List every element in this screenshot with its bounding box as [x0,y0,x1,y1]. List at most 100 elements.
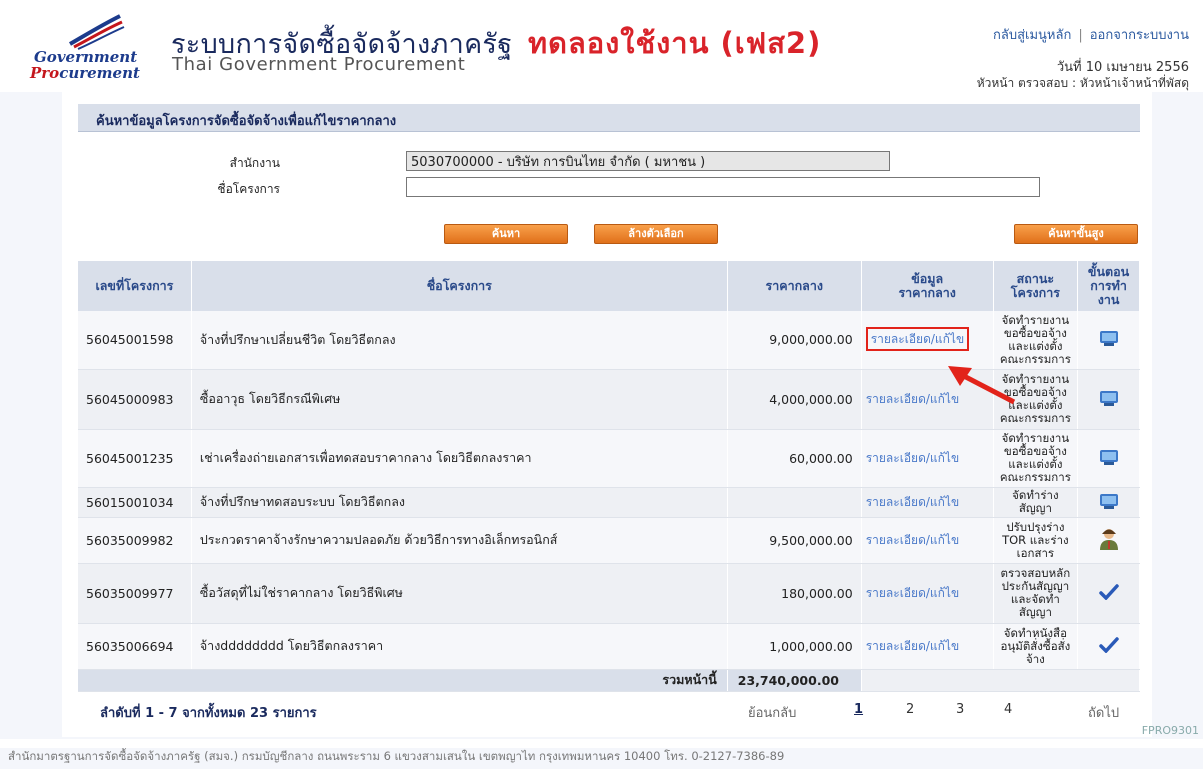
cell-project-name: ซื้อวัสดุที่ไม่ใช่ราคากลาง โดยวิธีพิเศษ [191,563,728,624]
cell-median-price [727,487,862,518]
sum-empty [861,669,1141,692]
annotation-arrow [948,366,1016,405]
sum-value: 23,740,000.00 [727,669,862,692]
table-row: 56045001235 เช่าเครื่องถ่ายเอกสารเพื่อทดส… [78,429,1140,488]
detail-edit-link-highlight: รายละเอียด/แก้ไข [865,327,970,352]
cell-median-price: 180,000.00 [727,563,862,624]
detail-edit-link[interactable]: รายละเอียด/แก้ไข [871,332,964,346]
status-line: และแต่งตั้ง [1008,338,1063,353]
clear-options-button[interactable]: ล้างตัวเลือก [594,224,718,244]
gprocurement-logo: Government Procurement [18,14,158,82]
cell-price-info: รายละเอียด/แก้ไข [861,563,994,624]
cell-workflow-step [1077,487,1140,518]
computer-icon[interactable] [1098,448,1120,469]
office-field[interactable] [406,151,890,171]
pagination-page-4[interactable]: 4 [1004,702,1012,717]
cell-project-no: 56045001598 [78,311,192,370]
status-line: TOR และร่าง [1002,532,1069,547]
project-name-label: ชื่อโครงการ [217,182,280,196]
status-line: เอกสาร [1016,545,1055,560]
logo-swoosh-icon [69,14,125,50]
cell-project-name: ประกวดราคาจ้างรักษาความปลอดภัย ด้วยวิธีก… [191,517,728,564]
col-header-project-no: เลขที่โครงการ [78,261,192,311]
table-sum-row: รวมหน้านี้ 23,740,000.00 [78,669,1141,692]
computer-icon[interactable] [1098,329,1120,350]
user-role: หัวหน้า ตรวจสอบ : หัวหน้าเจ้าหน้าที่พัสด… [976,76,1189,90]
status-line: สัญญา [1018,501,1052,515]
cell-median-price: 9,500,000.00 [727,517,862,564]
cell-project-name: จ้างdddddddd โดยวิธีตกลงราคา [191,623,728,670]
status-line: ปรับปรุงร่าง [1006,519,1065,534]
cell-workflow-step [1077,369,1140,430]
detail-edit-link[interactable]: รายละเอียด/แก้ไข [866,639,959,653]
status-line: อนุมัติสั่งซื้อสั่ง [1000,638,1071,653]
checkmark-icon[interactable] [1098,636,1119,656]
top-links: กลับสู่เมนูหลัก | ออกจากระบบงาน [993,24,1189,45]
cell-price-info: รายละเอียด/แก้ไข [861,517,994,564]
status-line: สัญญา [1018,605,1052,619]
col-header-workflow-step: ขั้นตอน การทำ งาน [1077,261,1140,311]
cell-price-info: รายละเอียด/แก้ไข [861,487,994,518]
cell-median-price: 1,000,000.00 [727,623,862,670]
person-icon[interactable] [1098,527,1120,554]
sum-label: รวมหน้านี้ [78,669,728,692]
col-header-price-info: ข้อมูล ราคากลาง [861,261,994,311]
status-line: ขอซื้อขอจ้าง [1003,325,1067,340]
cell-median-price: 9,000,000.00 [727,311,862,370]
advanced-search-button[interactable]: ค้นหาขั้นสูง [1014,224,1138,244]
page-code: FPRO9301 [1141,724,1199,737]
col-header-project-name: ชื่อโครงการ [191,261,728,311]
cell-project-name: จ้างที่ปรึกษาทดสอบระบบ โดยวิธีตกลง [191,487,728,518]
footer-address: สำนักมาตรฐานการจัดซื้อจัดจ้างภาครัฐ (สมจ… [0,748,1203,769]
pagination-info: ลำดับที่ 1 - 7 จากทั้งหมด 23 รายการ [100,706,317,721]
cell-project-status: จัดทำรายงาน ขอซื้อขอจ้าง และแต่งตั้ง คณะกรร… [993,429,1079,488]
office-label: สำนักงาน [229,156,280,170]
computer-icon[interactable] [1098,492,1120,513]
table-row: 56035009982 ประกวดราคาจ้างรักษาความปลอดภั… [78,517,1140,564]
cell-project-no: 56045000983 [78,369,192,430]
checkmark-icon[interactable] [1098,583,1119,603]
search-button[interactable]: ค้นหา [444,224,568,244]
cell-workflow-step [1077,517,1140,564]
detail-edit-link[interactable]: รายละเอียด/แก้ไข [866,586,959,600]
pagination-page-1[interactable]: 1 [854,702,863,717]
table-row: 56035006694 จ้างdddddddd โดยวิธีตกลงราคา 1… [78,623,1140,670]
app-title-test-badge: ทดลองใช้งาน (เฟส2) [528,26,822,60]
cell-project-no: 56045001235 [78,429,192,488]
detail-edit-link[interactable]: รายละเอียด/แก้ไข [866,451,959,465]
status-line: จ้าง [1025,651,1045,666]
cell-project-no: 56035009977 [78,563,192,624]
cell-project-status: จัดทำร่าง สัญญา [993,487,1079,518]
computer-icon[interactable] [1098,389,1120,410]
pagination: ลำดับที่ 1 - 7 จากทั้งหมด 23 รายการ ย้อน… [78,702,1140,722]
cell-workflow-step [1077,429,1140,488]
col-header-status: สถานะ โครงการ [993,261,1079,311]
col-header-median-price: ราคากลาง [727,261,862,311]
pagination-page-2[interactable]: 2 [906,702,914,717]
detail-edit-link[interactable]: รายละเอียด/แก้ไข [866,533,959,547]
cell-workflow-step [1077,563,1140,624]
cell-project-status: ปรับปรุงร่าง TOR และร่าง เอกสาร [993,517,1079,564]
cell-project-status: ตรวจสอบหลัก ประกันสัญญา และจัดทำ สัญญา [993,563,1079,624]
pagination-back-link[interactable]: ย้อนกลับ [748,702,796,723]
project-table: เลขที่โครงการ ชื่อโครงการ ราคากลาง ข้อมู… [78,261,1141,692]
detail-edit-link[interactable]: รายละเอียด/แก้ไข [866,495,959,509]
cell-project-no: 56035009982 [78,517,192,564]
pagination-next-link[interactable]: ถัดไป [1088,702,1119,723]
cell-workflow-step [1077,623,1140,670]
app-header: Government Procurement ระบบการจัดซื้อจัด… [0,0,1203,92]
project-name-input[interactable] [406,177,1040,197]
status-line: จัดทำรายงาน [1001,312,1070,327]
cell-median-price: 60,000.00 [727,429,862,488]
logout-link[interactable]: ออกจากระบบงาน [1090,28,1189,43]
main-menu-link[interactable]: กลับสู่เมนูหลัก [993,28,1071,43]
cell-project-name: จ้างที่ปรึกษาเปลี่ยนชีวิต โดยวิธีตกลง [191,311,728,370]
cell-project-no: 56015001034 [78,487,192,518]
link-separator: | [1078,28,1083,43]
pagination-page-3[interactable]: 3 [956,702,964,717]
cell-price-info: รายละเอียด/แก้ไข [861,623,994,670]
cell-project-status: จัดทำหนังสือ อนุมัติสั่งซื้อสั่ง จ้าง [993,623,1079,670]
table-row: 56015001034 จ้างที่ปรึกษาทดสอบระบบ โดยวิธ… [78,487,1140,518]
logo-text-procurement: Procurement [30,64,140,82]
cell-workflow-step [1077,311,1140,370]
